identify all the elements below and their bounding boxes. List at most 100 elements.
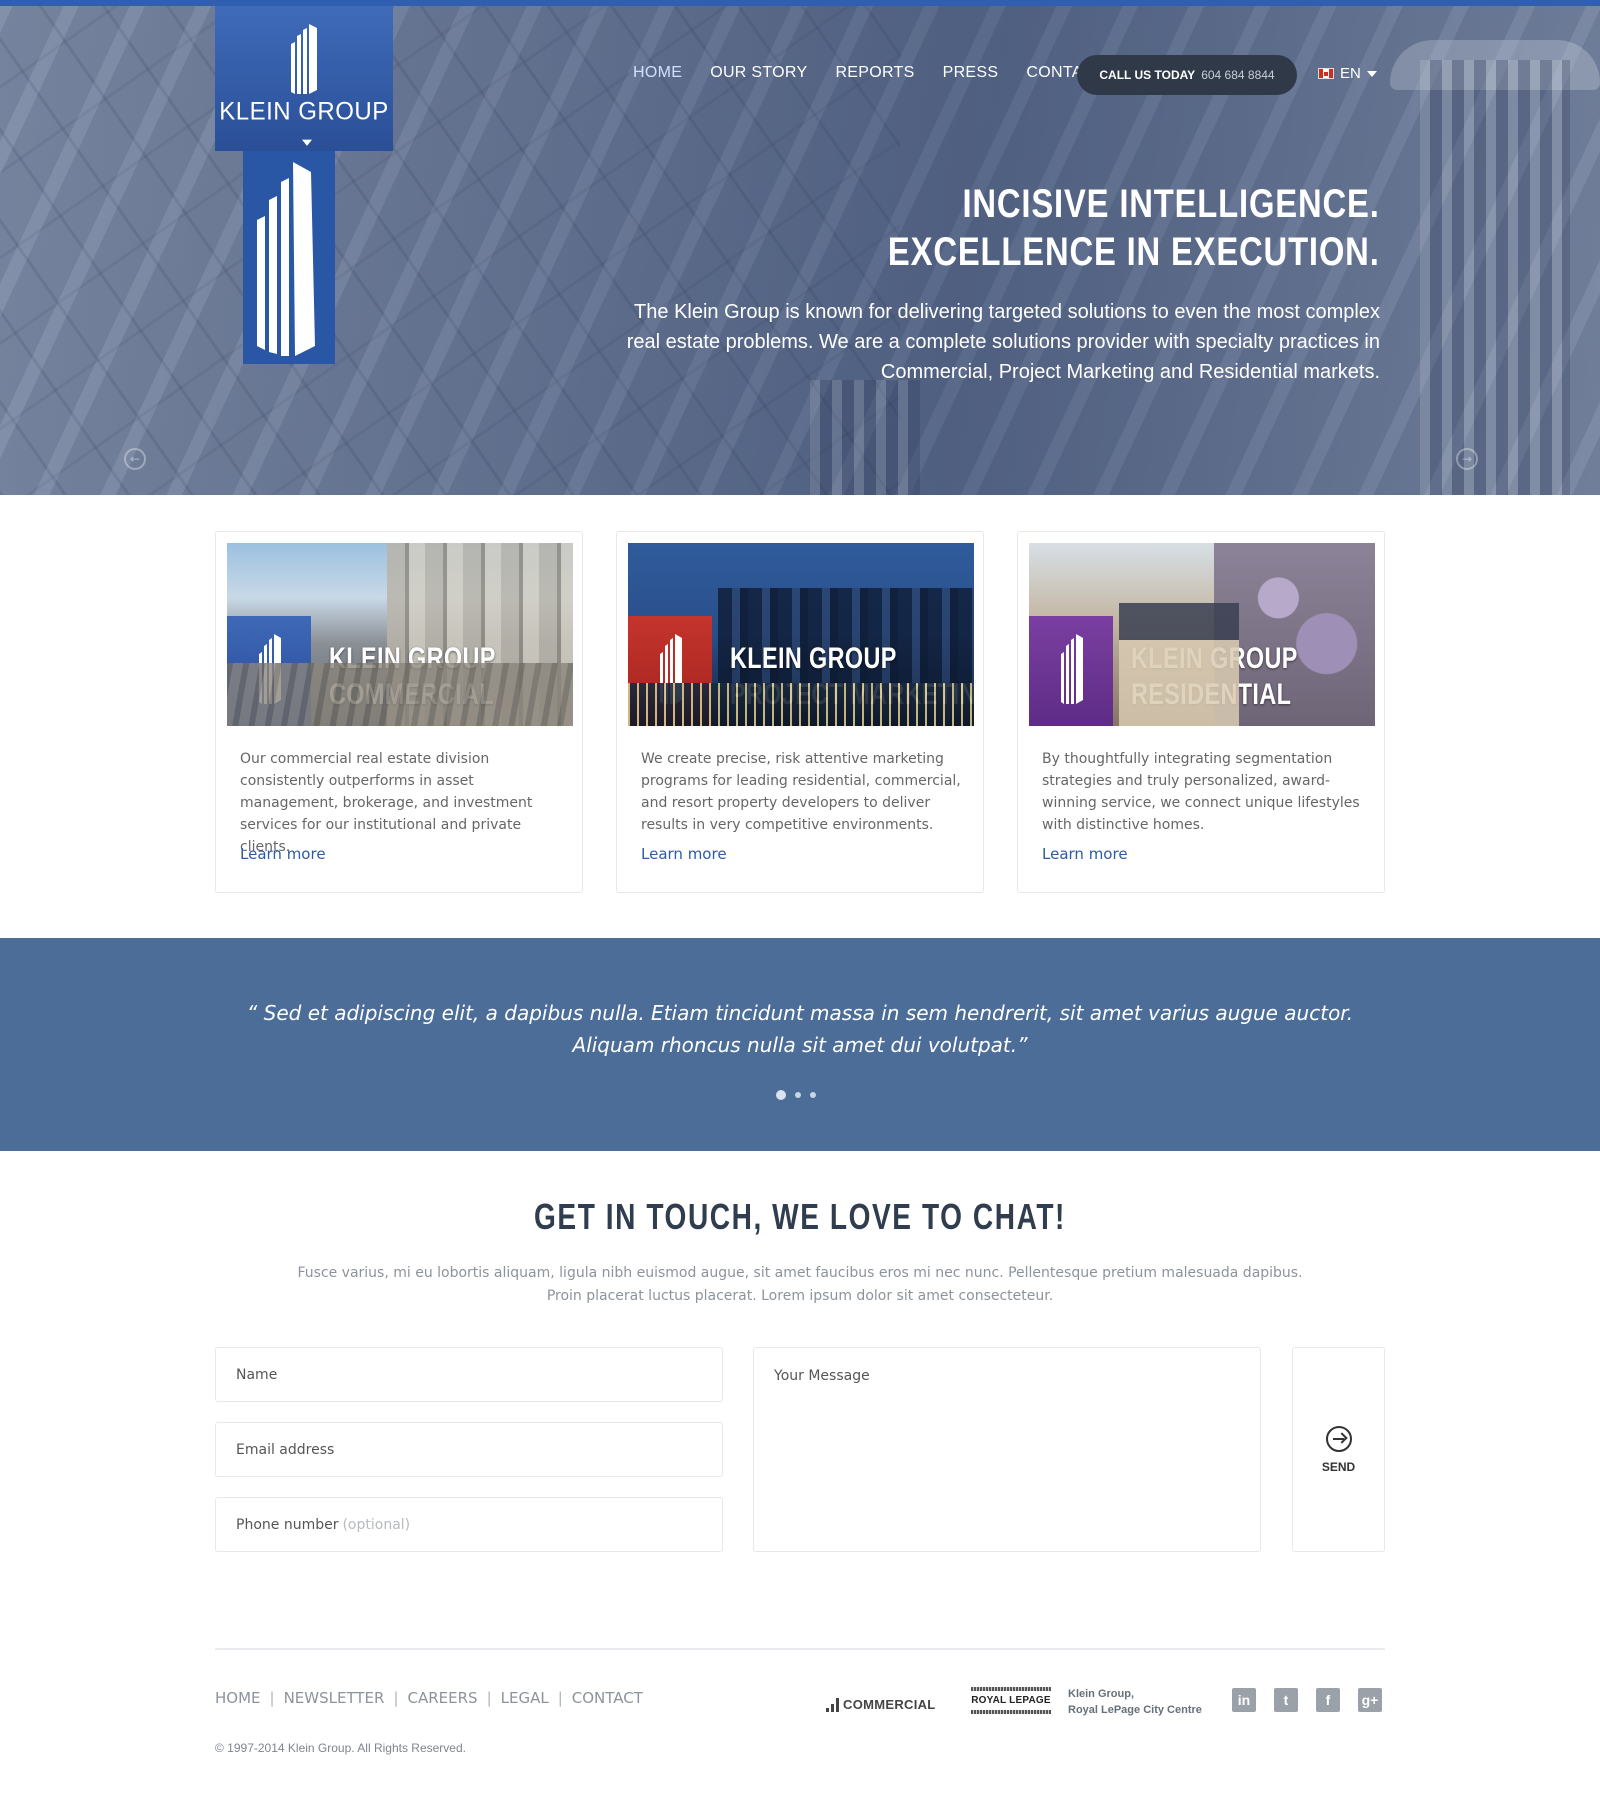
klein-logo-icon	[291, 24, 317, 94]
pagination-dot-3[interactable]	[810, 1092, 816, 1098]
testimonial-quote: “ Sed et adipiscing elit, a dapibus null…	[0, 997, 1600, 1061]
message-field[interactable]: Your Message	[753, 1347, 1261, 1552]
card-title-line2: RESIDENTIAL	[1131, 678, 1292, 711]
hero-title: INCISIVE INTELLIGENCE. EXCELLENCE IN EXE…	[888, 180, 1380, 276]
testimonial-band: “ Sed et adipiscing elit, a dapibus null…	[0, 938, 1600, 1151]
klein-logo-icon	[660, 634, 682, 704]
send-button[interactable]: SEND	[1292, 1347, 1385, 1552]
hero-title-line1: INCISIVE INTELLIGENCE.	[962, 182, 1380, 226]
contact-subtitle-line1: Fusce varius, mi eu lobortis aliquam, li…	[297, 1265, 1303, 1281]
chevron-down-icon	[302, 139, 312, 146]
testimonial-line1: “ Sed et adipiscing elit, a dapibus null…	[246, 1001, 1354, 1025]
royal-lepage-text: ROYAL LEPAGE	[971, 1695, 1051, 1706]
canada-flag-icon	[1318, 68, 1334, 79]
card-title-line2: PROJECT MARKETING	[730, 678, 974, 711]
logo-bar	[831, 1704, 834, 1712]
card-commercial: KLEIN GROUP COMMERCIAL Our commercial re…	[215, 531, 583, 893]
card-residential: KLEIN GROUP RESIDENTIAL By thoughtfully …	[1017, 531, 1385, 893]
phone-optional-hint: (optional)	[342, 1516, 411, 1533]
royal-lepage-logo: ROYAL LEPAGE	[971, 1687, 1051, 1714]
slider-prev-icon[interactable]: ←	[124, 448, 146, 470]
card-title: KLEIN GROUP COMMERCIAL	[329, 641, 496, 713]
contact-title: GET IN TOUCH, WE LOVE TO CHAT!	[534, 1196, 1066, 1237]
footer-link-newsletter[interactable]: NEWSLETTER	[284, 1689, 385, 1707]
brand-menu[interactable]: KLEIN GROUP	[215, 6, 393, 151]
linkedin-icon[interactable]: in	[1232, 1688, 1256, 1712]
twitter-icon[interactable]: t	[1274, 1688, 1298, 1712]
logo-bar	[971, 1710, 1051, 1714]
testimonial-pagination	[776, 1090, 816, 1100]
nav-home[interactable]: HOME	[633, 64, 682, 82]
email-placeholder: Email address	[236, 1441, 335, 1458]
commercial-logo-text: COMMERCIAL	[843, 1697, 936, 1712]
language-selector[interactable]: EN	[1318, 65, 1377, 82]
klein-logo-icon	[1061, 634, 1083, 704]
hero-title-line2: EXCELLENCE IN EXECUTION.	[888, 230, 1380, 274]
nav-reports[interactable]: REPORTS	[835, 64, 914, 82]
footer-link-home[interactable]: HOME	[215, 1689, 261, 1707]
top-accent-line	[0, 0, 1600, 6]
klein-logo-icon	[259, 634, 281, 704]
division-cards: KLEIN GROUP COMMERCIAL Our commercial re…	[215, 531, 1385, 893]
footer-link-legal[interactable]: LEGAL	[501, 1689, 549, 1707]
commercial-logo: COMMERCIAL	[826, 1697, 936, 1712]
name-placeholder: Name	[236, 1366, 278, 1383]
footer-separator: |	[486, 1689, 492, 1707]
footer-separator: |	[269, 1689, 275, 1707]
call-us-button[interactable]: CALL US TODAY 604 684 8844	[1077, 55, 1297, 95]
facebook-icon[interactable]: f	[1316, 1688, 1340, 1712]
chevron-down-icon	[1366, 70, 1377, 77]
arrow-right-circle-icon	[1325, 1425, 1352, 1452]
card-description: By thoughtfully integrating segmentation…	[1042, 751, 1360, 833]
message-placeholder: Your Message	[774, 1368, 870, 1384]
card-title-line1: KLEIN GROUP	[730, 642, 897, 675]
card-image-project-marketing: KLEIN GROUP PROJECT MARKETING	[628, 543, 974, 726]
email-field[interactable]: Email address	[215, 1422, 723, 1477]
nav-our-story[interactable]: OUR STORY	[710, 64, 807, 82]
pagination-dot-2[interactable]	[795, 1092, 801, 1098]
main-nav: HOME OUR STORY REPORTS PRESS CONTACT	[633, 64, 1133, 82]
footer-separator: |	[557, 1689, 563, 1707]
footer-nav: HOME | NEWSLETTER | CAREERS | LEGAL | CONTAC…	[215, 1689, 643, 1707]
card-title-line1: KLEIN GROUP	[1131, 642, 1298, 675]
name-field[interactable]: Name	[215, 1347, 723, 1402]
call-label: CALL US TODAY	[1099, 68, 1196, 82]
footer-separator: |	[393, 1689, 399, 1707]
language-label: EN	[1340, 65, 1361, 82]
social-links: in t f g+	[1232, 1688, 1382, 1712]
footer-divider	[215, 1648, 1385, 1650]
google-plus-icon[interactable]: g+	[1358, 1688, 1382, 1712]
learn-more-link[interactable]: Learn more	[641, 845, 727, 863]
send-label: SEND	[1321, 1459, 1356, 1474]
card-badge	[628, 616, 712, 726]
logo-bar	[826, 1708, 829, 1712]
phone-placeholder: Phone number	[236, 1516, 339, 1533]
card-title: KLEIN GROUP PROJECT MARKETING	[730, 641, 974, 713]
card-description: We create precise, risk attentive market…	[641, 751, 961, 833]
nav-press[interactable]: PRESS	[943, 64, 999, 82]
slider-next-icon[interactable]: →	[1456, 448, 1478, 470]
card-title-line1: KLEIN GROUP	[329, 642, 496, 675]
klein-lepage-line2: Royal LePage City Centre	[1068, 1704, 1202, 1716]
contact-subtitle: Fusce varius, mi eu lobortis aliquam, li…	[0, 1262, 1600, 1308]
card-image-residential: KLEIN GROUP RESIDENTIAL	[1029, 543, 1375, 726]
footer-link-contact[interactable]: CONTACT	[572, 1689, 643, 1707]
klein-lepage-label: Klein Group, Royal LePage City Centre	[1068, 1686, 1202, 1718]
learn-more-link[interactable]: Learn more	[240, 845, 326, 863]
card-badge	[1029, 616, 1113, 726]
call-number: 604 684 8844	[1201, 68, 1275, 82]
card-title-line2: COMMERCIAL	[329, 678, 495, 711]
testimonial-line2: Aliquam rhoncus nulla sit amet dui volut…	[572, 1033, 1028, 1057]
pagination-dot-1[interactable]	[776, 1090, 786, 1100]
footer-link-careers[interactable]: CAREERS	[408, 1689, 478, 1707]
hero-description: The Klein Group is known for delivering …	[626, 301, 1380, 383]
card-description: Our commercial real estate division cons…	[240, 751, 533, 855]
klein-logo-large-icon	[257, 162, 315, 356]
copyright: © 1997-2014 Klein Group. All Rights Rese…	[215, 1741, 466, 1755]
phone-field[interactable]: Phone number (optional)	[215, 1497, 723, 1552]
brand-emblem	[243, 150, 335, 364]
learn-more-link[interactable]: Learn more	[1042, 845, 1128, 863]
brand-name: KLEIN GROUP	[215, 98, 393, 157]
card-badge	[227, 616, 311, 726]
card-image-commercial: KLEIN GROUP COMMERCIAL	[227, 543, 573, 726]
